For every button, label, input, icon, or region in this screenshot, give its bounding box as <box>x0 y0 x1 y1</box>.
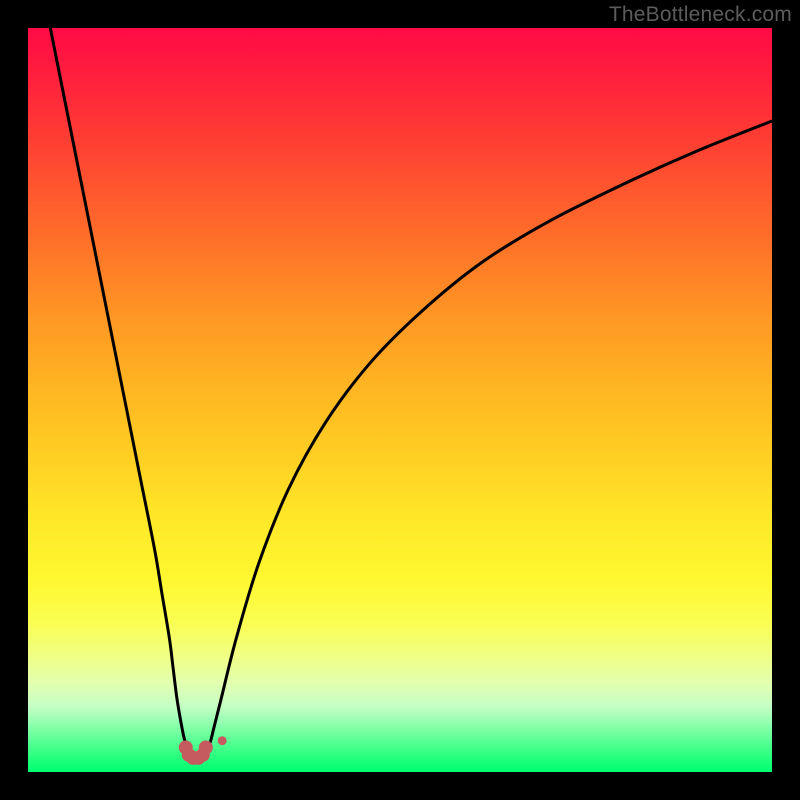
plot-area <box>28 28 772 772</box>
watermark-text: TheBottleneck.com <box>609 3 792 27</box>
chart-frame: TheBottleneck.com <box>0 0 800 800</box>
curve-layer <box>28 28 772 772</box>
marker-group <box>179 736 227 765</box>
series-left-branch <box>50 28 194 757</box>
series-right-branch <box>204 121 772 757</box>
series-group <box>50 28 772 757</box>
u-marker-right2 <box>199 740 213 754</box>
satellite-dot <box>218 736 227 745</box>
